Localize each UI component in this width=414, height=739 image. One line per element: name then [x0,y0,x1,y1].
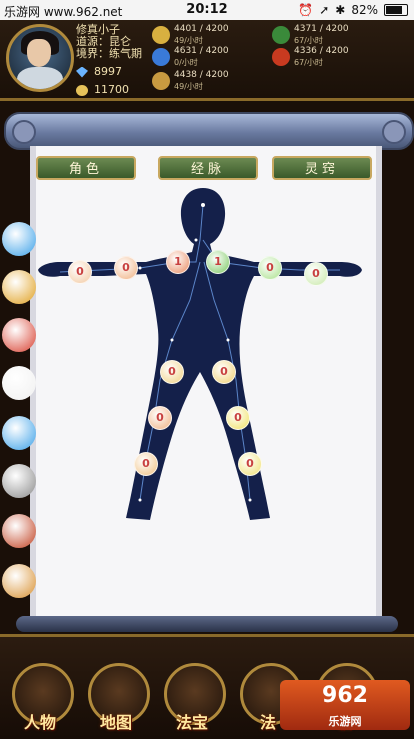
meridian-node[interactable]: 0 [114,256,138,280]
vip-icon[interactable] [2,270,36,304]
meridian-node[interactable]: 1 [166,250,190,274]
meridian-node[interactable]: 0 [238,452,262,476]
meridian-node[interactable]: 0 [258,256,282,280]
meridian-node[interactable]: 0 [226,406,250,430]
meridian-node[interactable]: 0 [160,360,184,384]
scroll-icon[interactable] [2,514,36,548]
calendar-icon[interactable] [2,222,36,256]
chat-icon[interactable] [2,416,36,450]
meridian-node[interactable]: 1 [206,250,230,274]
nav-map-label: 地图 [99,713,132,732]
nav-character-label: 人物 [23,713,56,732]
notice-icon[interactable] [2,366,36,400]
meridian-node[interactable]: 0 [68,260,92,284]
meridian-silhouette [38,188,362,520]
meridian-node[interactable]: 0 [134,452,158,476]
meridian-node[interactable]: 0 [304,262,328,286]
watermark-site: 乐游网 [328,715,362,728]
nav-treasure-label: 法宝 [175,713,208,732]
watermark-logo: 962 [322,683,368,708]
treasure-icon[interactable] [2,564,36,598]
meridian-node[interactable]: 0 [212,360,236,384]
battle-swords-icon[interactable] [2,464,36,498]
god-of-wealth-icon[interactable] [2,318,36,352]
meridian-node[interactable]: 0 [148,406,172,430]
site-watermark: 962 乐游网 [280,680,410,730]
